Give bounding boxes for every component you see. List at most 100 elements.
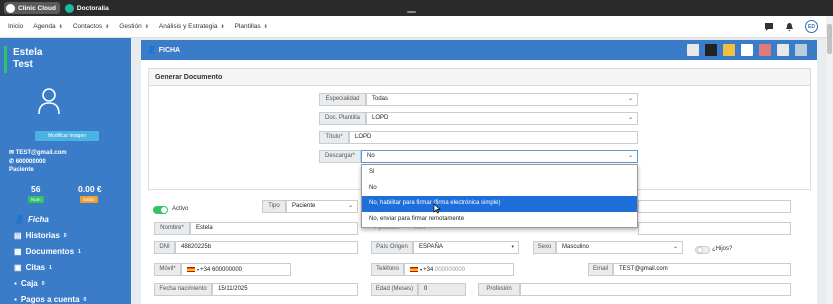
clipboard-icon[interactable] bbox=[777, 44, 789, 56]
edad-label: Edad (Meses) bbox=[371, 283, 418, 296]
dni-label: DNI bbox=[154, 241, 175, 254]
apellidos-extra-field[interactable] bbox=[638, 222, 791, 235]
ficha-panel-header: 👤 FICHA bbox=[141, 40, 817, 60]
page-scrollbar[interactable] bbox=[826, 16, 833, 304]
caret-down-icon: ▾ bbox=[511, 244, 514, 250]
hijos-label: ¿Hijos? bbox=[712, 246, 733, 252]
descargar-dropdown: Si No No, habilitar para firmar (firma e… bbox=[361, 164, 638, 228]
blank-field[interactable] bbox=[638, 200, 791, 213]
plantilla-label: Doc. Plantilla bbox=[319, 112, 366, 125]
sidebar-item-caja[interactable]: ▪ Caja 0 bbox=[14, 279, 45, 288]
document-icon[interactable] bbox=[687, 44, 699, 56]
scrollbar-thumb[interactable] bbox=[827, 24, 832, 54]
chevron-down-icon: ⌄ bbox=[627, 153, 633, 159]
chat-icon[interactable] bbox=[764, 22, 774, 32]
activo-toggle[interactable] bbox=[153, 206, 168, 214]
nav-inicio[interactable]: Inicio bbox=[8, 23, 23, 30]
user-placeholder-icon bbox=[38, 88, 60, 115]
signature-icon[interactable] bbox=[795, 44, 807, 56]
chevron-down-icon: ⌄ bbox=[627, 115, 633, 121]
patient-sidebar: Estela Test Modificar imagen ✉ TEST@gmai… bbox=[0, 38, 131, 304]
clinic-cloud-logo-icon bbox=[6, 3, 15, 13]
nombre-label: Nombre* bbox=[154, 222, 190, 235]
spain-flag-icon bbox=[187, 266, 195, 272]
sidebar-item-citas[interactable]: ▣ Citas 1 bbox=[14, 263, 52, 272]
option-no[interactable]: No bbox=[362, 181, 637, 197]
profesion-input[interactable] bbox=[520, 283, 791, 296]
sidebar-item-ficha[interactable]: 👤 Ficha bbox=[14, 215, 49, 224]
updown-caret-icon: ⬍ bbox=[220, 23, 225, 30]
sidebar-item-documentos[interactable]: ▦ Documentos 1 bbox=[14, 247, 81, 256]
descargar-select[interactable]: No ⌄ bbox=[361, 150, 638, 163]
app-top-bar: Clinic Cloud Doctoralia bbox=[0, 0, 833, 16]
tab-clinic-cloud[interactable]: Clinic Cloud bbox=[4, 2, 60, 14]
nav-analisis[interactable]: Análisis y Estrategia ⬍ bbox=[159, 23, 225, 30]
nav-gestion[interactable]: Gestión ⬍ bbox=[119, 23, 149, 30]
option-habilitar-firma[interactable]: No, habilitar para firmar (firma electró… bbox=[362, 196, 637, 212]
edad-input: 0 bbox=[418, 283, 466, 296]
especialidad-select[interactable]: Todas ⌄ bbox=[366, 93, 638, 106]
sexo-label: Sexo bbox=[533, 241, 556, 254]
user-icon: 👤 bbox=[14, 215, 24, 224]
chevron-down-icon: ⌄ bbox=[672, 244, 678, 250]
tab-doctoralia[interactable]: Doctoralia bbox=[63, 2, 113, 14]
updown-caret-icon: ⬍ bbox=[263, 23, 268, 30]
patient-email: ✉ TEST@gmail.com bbox=[9, 150, 67, 156]
id-card-icon[interactable] bbox=[705, 44, 717, 56]
telefono-label: Teléfono bbox=[371, 263, 404, 276]
telefono-input[interactable]: ▾ +34 000000000 bbox=[404, 263, 514, 276]
activo-label: Activo bbox=[172, 206, 189, 212]
patient-name: Estela Test bbox=[13, 47, 43, 70]
dni-input[interactable]: 48820225b bbox=[175, 241, 358, 254]
updown-caret-icon: ⬍ bbox=[144, 23, 149, 30]
spain-flag-icon bbox=[410, 266, 418, 272]
hijos-toggle[interactable] bbox=[695, 246, 710, 254]
patient-role: Paciente bbox=[9, 167, 34, 173]
chart-document-icon[interactable] bbox=[759, 44, 771, 56]
nav-plantillas[interactable]: Plantillas ⬍ bbox=[235, 23, 268, 30]
status-accent-bar bbox=[4, 46, 7, 73]
nav-contactos[interactable]: Contactos ⬍ bbox=[73, 23, 109, 30]
option-enviar-remoto[interactable]: No, enviar para firmar remotamente bbox=[362, 212, 637, 228]
email-input[interactable]: TEST@gmail.com bbox=[613, 263, 791, 276]
documents-icon: ▦ bbox=[14, 247, 22, 256]
updown-caret-icon: ⬍ bbox=[58, 23, 63, 30]
nombre-input[interactable]: Estela bbox=[190, 222, 358, 235]
profesion-label: Profesión bbox=[478, 283, 520, 296]
chevron-down-icon: ⌄ bbox=[627, 96, 633, 102]
modify-image-button[interactable]: Modificar imagen bbox=[35, 131, 99, 141]
email-label: Email bbox=[588, 263, 613, 276]
stat-number-badge: Num bbox=[28, 196, 44, 203]
plantilla-select[interactable]: LOPD ⌄ bbox=[366, 112, 638, 125]
mouse-cursor-icon bbox=[433, 203, 441, 214]
movil-label: Móvil* bbox=[154, 263, 181, 276]
chevron-down-icon: ⌄ bbox=[347, 203, 353, 209]
payments-icon: ▪ bbox=[14, 295, 17, 304]
user-avatar[interactable]: ED bbox=[805, 20, 818, 33]
folder-icon[interactable] bbox=[723, 44, 735, 56]
pais-label: País Origen bbox=[371, 241, 413, 254]
titulo-input[interactable]: LOPD bbox=[349, 131, 638, 144]
titulo-label: Título* bbox=[319, 131, 349, 144]
descargar-label: Descargar* bbox=[319, 150, 361, 163]
option-si[interactable]: Si bbox=[362, 165, 637, 181]
tooth-icon[interactable] bbox=[741, 44, 753, 56]
tipo-label: Tipo bbox=[262, 200, 286, 213]
bell-icon[interactable] bbox=[785, 22, 794, 32]
nacimiento-input[interactable]: 15/11/2025 bbox=[212, 283, 358, 296]
generate-document-title: Generar Documento bbox=[149, 69, 810, 86]
tipo-select[interactable]: Paciente ⌄ bbox=[286, 200, 358, 213]
sexo-select[interactable]: Masculino ⌄ bbox=[556, 241, 683, 254]
pais-select[interactable]: ESPAÑA ▾ bbox=[413, 241, 519, 254]
especialidad-label: Especialidad bbox=[319, 93, 366, 106]
sidebar-item-historias[interactable]: ▤ Historias 0 bbox=[14, 231, 67, 240]
nav-agenda[interactable]: Agenda ⬍ bbox=[33, 23, 63, 30]
cash-box-icon: ▪ bbox=[14, 279, 17, 288]
movil-input[interactable]: ▾ +34 600000000 bbox=[181, 263, 291, 276]
stat-balance: 0.00 € bbox=[78, 184, 102, 194]
updown-caret-icon: ⬍ bbox=[105, 23, 110, 30]
stat-number: 56 bbox=[31, 184, 41, 194]
drag-handle[interactable] bbox=[407, 11, 416, 13]
book-icon: ▤ bbox=[14, 231, 22, 240]
sidebar-item-pagos[interactable]: ▪ Pagos a cuenta 0 bbox=[14, 295, 86, 304]
